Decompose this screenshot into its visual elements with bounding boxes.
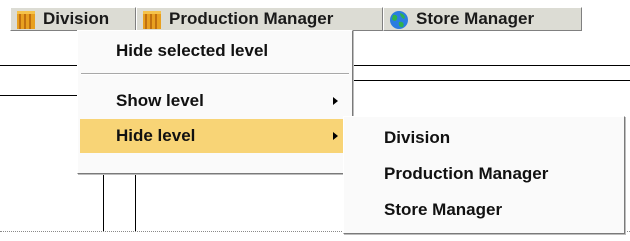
- folder-icon: [143, 11, 161, 29]
- divider-line: [350, 80, 630, 81]
- tab-label: Production Manager: [169, 9, 334, 28]
- submenu-item-store-manager[interactable]: Store Manager: [346, 193, 622, 227]
- hide-level-submenu: Division Production Manager Store Manage…: [343, 116, 625, 234]
- globe-icon: [390, 11, 408, 29]
- submenu-arrow-icon: [333, 132, 338, 140]
- menu-separator: [81, 73, 349, 75]
- submenu-item-label: Store Manager: [384, 200, 503, 219]
- divider-line: [0, 95, 80, 96]
- submenu-item-label: Division: [384, 128, 451, 147]
- menu-item-hide-selected-level[interactable]: Hide selected level: [80, 34, 350, 68]
- menu-item-label: Hide level: [116, 126, 196, 145]
- tree-line: [135, 170, 136, 232]
- context-menu: Hide selected level Show level Hide leve…: [77, 30, 353, 174]
- tab-store-manager[interactable]: Store Manager: [383, 7, 582, 31]
- submenu-arrow-icon: [333, 97, 338, 105]
- menu-item-show-level[interactable]: Show level: [80, 84, 350, 118]
- tree-line: [103, 170, 104, 232]
- tab-label: Division: [43, 9, 110, 28]
- menu-item-label: Show level: [116, 91, 204, 110]
- submenu-item-label: Production Manager: [384, 164, 549, 183]
- tab-division[interactable]: Division: [10, 7, 136, 31]
- menu-item-label: Hide selected level: [116, 41, 269, 60]
- folder-icon: [17, 11, 35, 29]
- tab-production-manager[interactable]: Production Manager: [136, 7, 383, 31]
- submenu-item-production-manager[interactable]: Production Manager: [346, 157, 622, 191]
- menu-item-hide-level[interactable]: Hide level: [80, 119, 350, 153]
- tab-label: Store Manager: [416, 9, 535, 28]
- submenu-item-division[interactable]: Division: [346, 121, 622, 155]
